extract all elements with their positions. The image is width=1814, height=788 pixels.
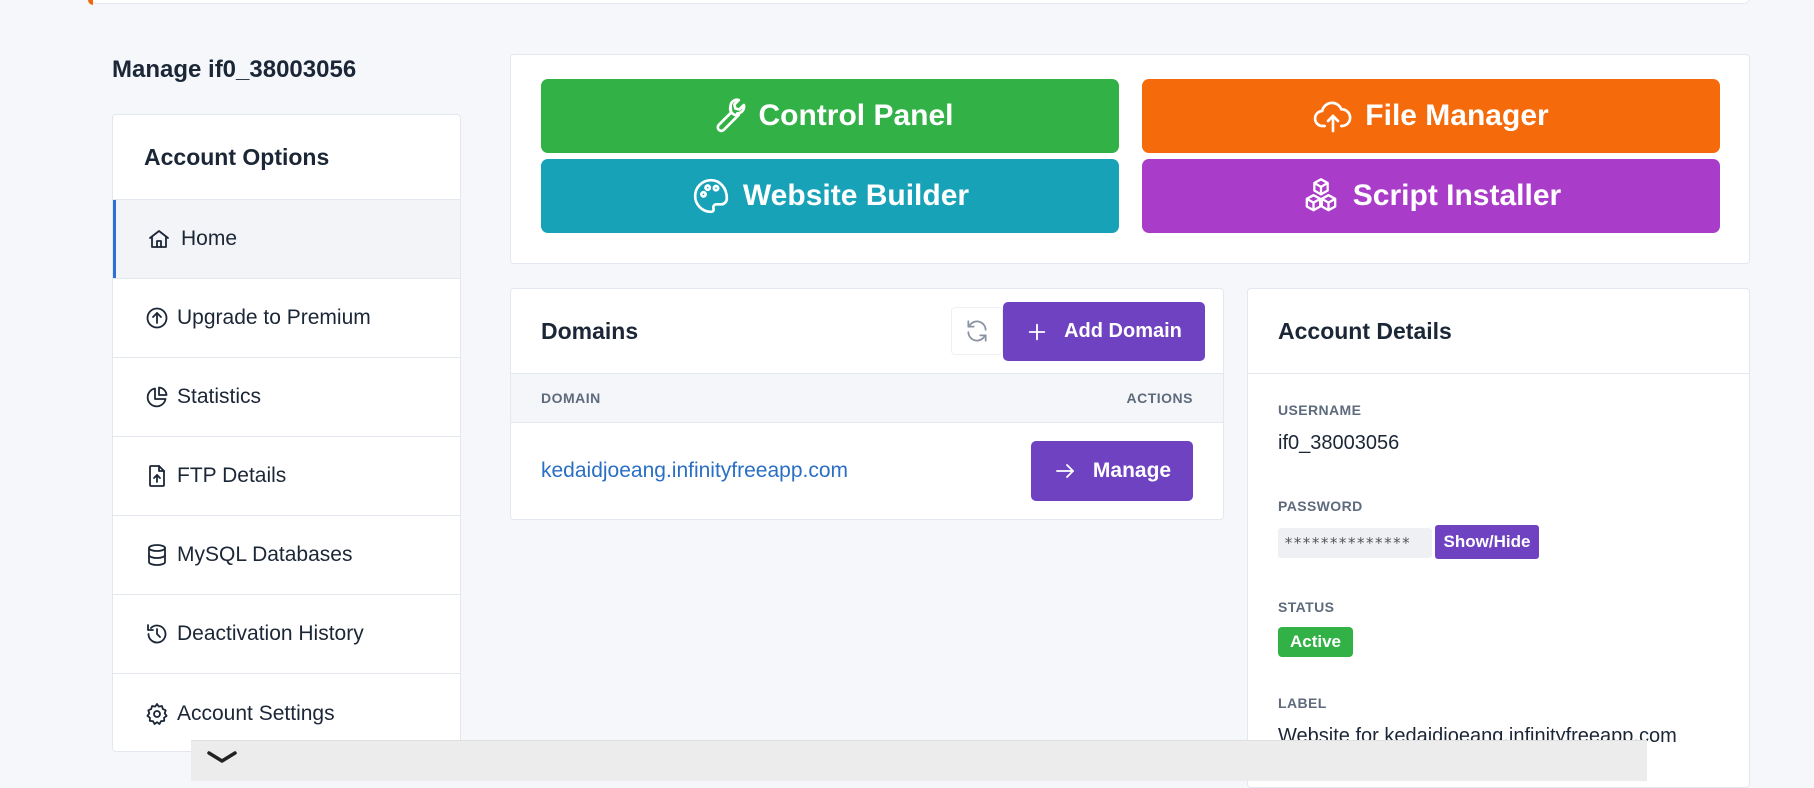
bottom-overlay-bar <box>191 741 1647 781</box>
username-label: USERNAME <box>1278 402 1362 418</box>
sidebar-item-upgrade[interactable]: Upgrade to Premium <box>113 279 460 358</box>
file-manager-button[interactable]: File Manager <box>1142 79 1720 153</box>
home-icon <box>149 230 169 248</box>
arrow-right-icon <box>1056 464 1074 478</box>
control-panel-label: Control Panel <box>758 99 954 132</box>
quick-actions-card: Control Panel File Manager Website Build… <box>510 54 1750 264</box>
domains-card: Domains Add Domain DOMAIN ACTIONS kedaid… <box>510 288 1224 520</box>
sidebar-item-ftp-details[interactable]: FTP Details <box>113 437 460 516</box>
cubes-icon <box>1305 178 1337 212</box>
sidebar-item-home[interactable]: Home <box>113 200 460 279</box>
sidebar-item-label: Upgrade to Premium <box>177 306 371 329</box>
username-value: if0_38003056 <box>1278 432 1400 454</box>
label-label: LABEL <box>1278 695 1327 711</box>
plus-icon <box>1028 323 1046 340</box>
sidebar-item-label: Account Settings <box>177 701 335 725</box>
add-domain-label: Add Domain <box>1064 320 1182 342</box>
top-card-edge <box>88 0 1750 5</box>
file-upload-icon <box>149 465 165 487</box>
account-options-sidebar: Account Options Home Upgrade to Premium … <box>112 114 461 752</box>
refresh-icon <box>967 320 987 342</box>
file-manager-label: File Manager <box>1365 99 1549 132</box>
sidebar-item-deactivation-history[interactable]: Deactivation History <box>113 595 460 674</box>
sidebar-item-label: Deactivation History <box>177 622 364 645</box>
chevron-down-icon[interactable] <box>205 747 239 767</box>
add-domain-button[interactable]: Add Domain <box>1003 302 1205 361</box>
refresh-button[interactable] <box>951 307 1003 355</box>
sidebar-item-label: MySQL Databases <box>177 543 353 566</box>
website-builder-label: Website Builder <box>742 179 970 212</box>
manage-label: Manage <box>1092 459 1172 482</box>
sidebar-item-statistics[interactable]: Statistics <box>113 358 460 437</box>
database-icon <box>148 544 166 566</box>
table-row: kedaidjoeang.infinityfreeapp.com Manage <box>511 423 1223 519</box>
domains-header: Domains Add Domain <box>511 289 1223 374</box>
wrench-icon <box>716 98 746 133</box>
domain-link[interactable]: kedaidjoeang.infinityfreeapp.com <box>541 459 848 483</box>
password-label: PASSWORD <box>1278 498 1363 514</box>
account-details-title: Account Details <box>1248 289 1749 374</box>
password-value: ************** <box>1278 528 1432 558</box>
status-label: STATUS <box>1278 599 1335 615</box>
sidebar-title: Account Options <box>113 115 460 200</box>
website-builder-button[interactable]: Website Builder <box>541 159 1119 233</box>
sidebar-item-label: Statistics <box>177 385 262 408</box>
arrow-up-circle-icon <box>146 307 168 329</box>
script-installer-button[interactable]: Script Installer <box>1142 159 1720 233</box>
manage-domain-button[interactable]: Manage <box>1031 441 1193 501</box>
page-title: Manage if0_38003056 <box>112 56 357 83</box>
column-header-domain: DOMAIN <box>541 390 601 406</box>
show-hide-password-button[interactable]: Show/Hide <box>1435 525 1539 559</box>
history-icon <box>147 624 167 644</box>
script-installer-label: Script Installer <box>1352 179 1562 212</box>
sidebar-item-label: Home <box>181 227 238 250</box>
gear-icon <box>146 702 168 725</box>
sidebar-item-label: FTP Details <box>177 464 287 487</box>
column-header-actions: ACTIONS <box>1126 390 1193 406</box>
sidebar-item-mysql-databases[interactable]: MySQL Databases <box>113 516 460 595</box>
palette-icon <box>693 178 729 214</box>
domains-table-header: DOMAIN ACTIONS <box>511 374 1223 423</box>
status-badge: Active <box>1278 627 1353 657</box>
domains-title: Domains <box>541 317 639 344</box>
control-panel-button[interactable]: Control Panel <box>541 79 1119 153</box>
cloud-upload-icon <box>1314 101 1352 133</box>
pie-chart-icon <box>146 386 168 408</box>
account-details-card: Account Details USERNAME if0_38003056 PA… <box>1247 288 1750 788</box>
